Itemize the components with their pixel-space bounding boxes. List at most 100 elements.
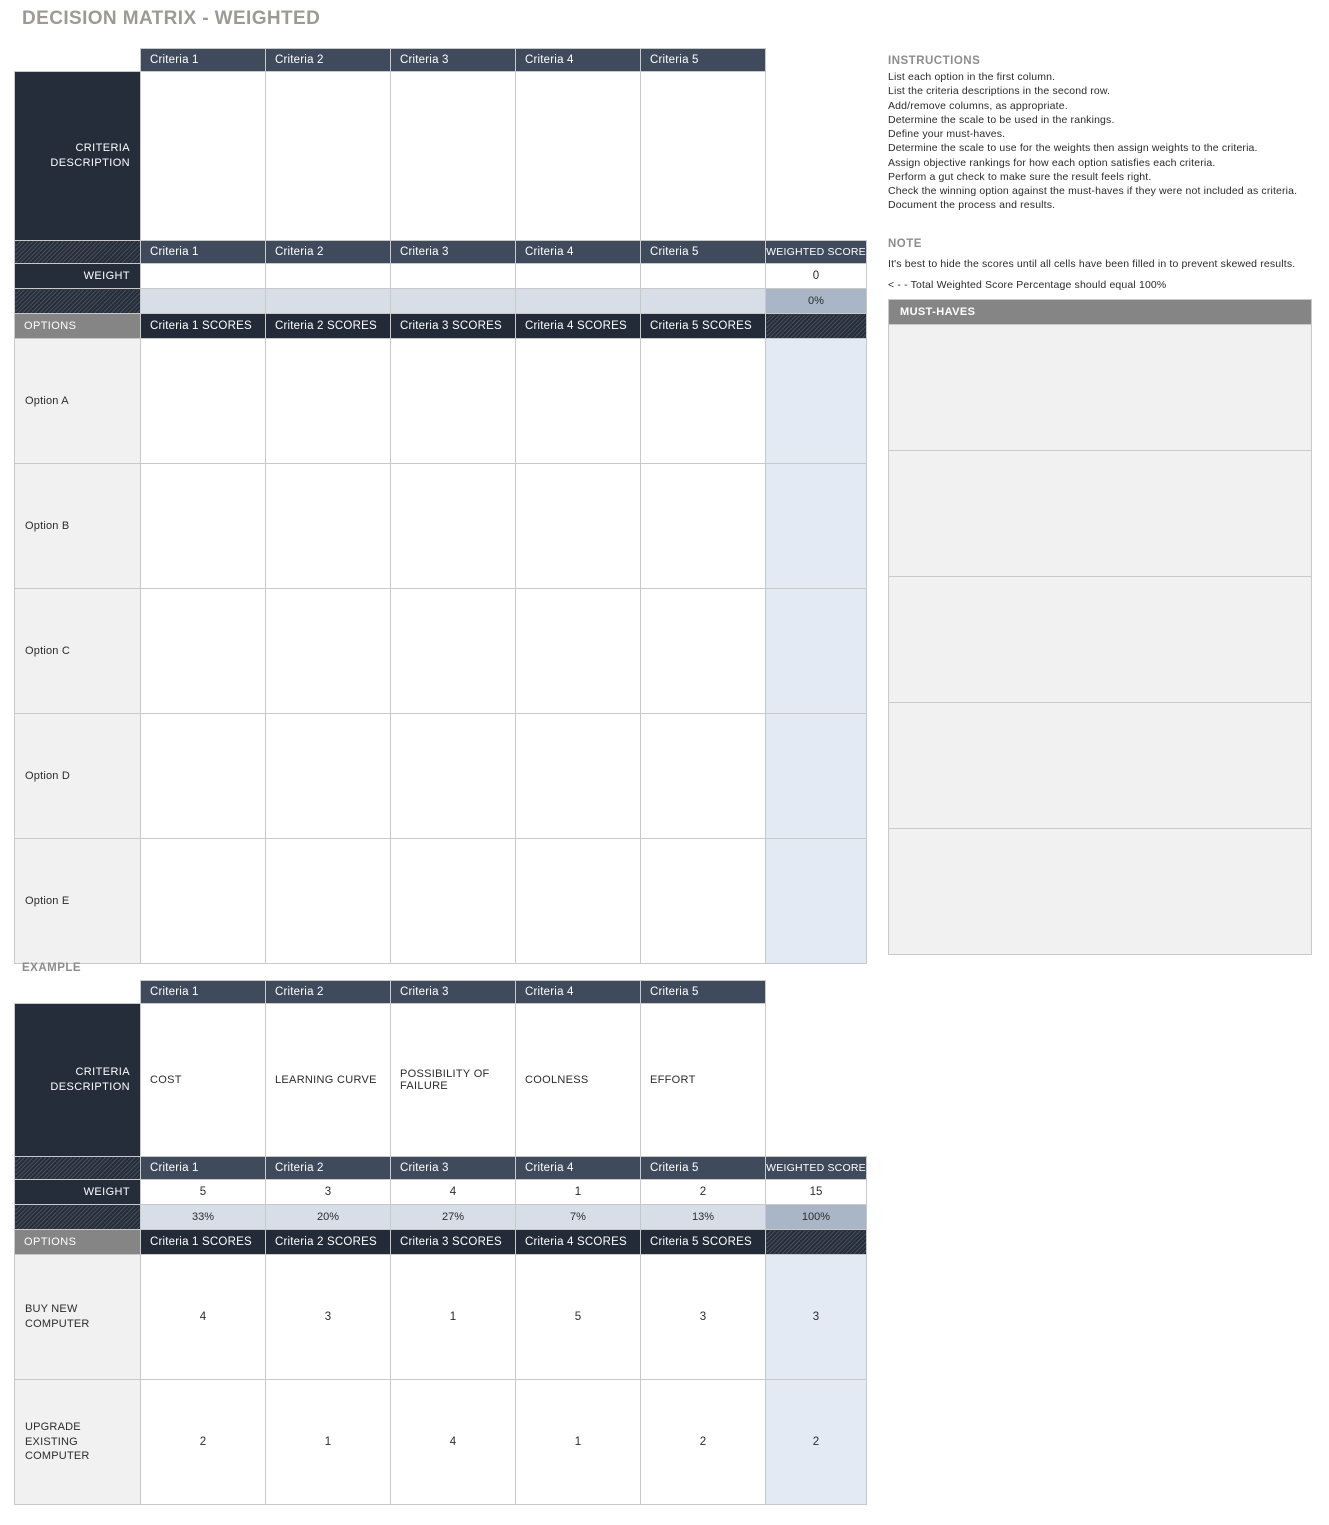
- example-percentage-4: 7%: [515, 1204, 641, 1230]
- example-score-1-5[interactable]: 3: [640, 1254, 766, 1380]
- example-weighted-score-header: WEIGHTED SCORE: [765, 1156, 867, 1180]
- score-input-a4[interactable]: [515, 338, 641, 464]
- example-percentage-2: 20%: [265, 1204, 391, 1230]
- score-input-c3[interactable]: [390, 588, 516, 714]
- example-score-1-2[interactable]: 3: [265, 1254, 391, 1380]
- table-row: BUY NEW COMPUTER 4 3 1 5 3 3: [14, 1254, 867, 1380]
- option-name-d[interactable]: Option D: [14, 713, 141, 839]
- score-input-c5[interactable]: [640, 588, 766, 714]
- score-input-e2[interactable]: [265, 838, 391, 964]
- weight-input-3[interactable]: [390, 263, 516, 289]
- option-name-e[interactable]: Option E: [14, 838, 141, 964]
- example-weight-label: WEIGHT: [14, 1179, 141, 1205]
- score-input-b2[interactable]: [265, 463, 391, 589]
- example-criteria-description-5[interactable]: EFFORT: [640, 1003, 766, 1157]
- example-criteria-description-3[interactable]: POSSIBILITY OF FAILURE: [390, 1003, 516, 1157]
- example-criteria-header-3: Criteria 3: [390, 980, 516, 1004]
- score-input-e1[interactable]: [140, 838, 266, 964]
- must-have-input-1[interactable]: [888, 324, 1312, 451]
- example-weight-5[interactable]: 2: [640, 1179, 766, 1205]
- note-block: NOTE It's best to hide the scores until …: [888, 238, 1312, 293]
- score-input-e4[interactable]: [515, 838, 641, 964]
- score-input-c4[interactable]: [515, 588, 641, 714]
- weight-label: WEIGHT: [14, 263, 141, 289]
- score-input-b3[interactable]: [390, 463, 516, 589]
- must-have-input-5[interactable]: [888, 828, 1312, 955]
- example-score-2-5[interactable]: 2: [640, 1379, 766, 1505]
- instruction-line-10: Document the process and results.: [888, 199, 1056, 212]
- score-input-a3[interactable]: [390, 338, 516, 464]
- score-input-d5[interactable]: [640, 713, 766, 839]
- criteria-description-input-1[interactable]: [140, 71, 266, 241]
- score-input-a1[interactable]: [140, 338, 266, 464]
- example-criteria-description-2[interactable]: LEARNING CURVE: [265, 1003, 391, 1157]
- criteria-description-input-2[interactable]: [265, 71, 391, 241]
- example-weight-1[interactable]: 5: [140, 1179, 266, 1205]
- example-options-header: OPTIONS: [14, 1229, 141, 1255]
- instruction-line-1: List each option in the first column.: [888, 71, 1056, 83]
- must-have-input-3[interactable]: [888, 576, 1312, 703]
- option-name-a[interactable]: Option A: [14, 338, 141, 464]
- weighted-score-a: [765, 338, 867, 464]
- example-score-2-4[interactable]: 1: [515, 1379, 641, 1505]
- example-criteria-header-secondary-5: Criteria 5: [640, 1156, 766, 1180]
- example-criteria-header-secondary-2: Criteria 2: [265, 1156, 391, 1180]
- score-input-a2[interactable]: [265, 338, 391, 464]
- score-input-c2[interactable]: [265, 588, 391, 714]
- option-name-b[interactable]: Option B: [14, 463, 141, 589]
- list-item: [888, 828, 1312, 955]
- hatched-cell: [14, 240, 141, 264]
- example-score-2-2[interactable]: 1: [265, 1379, 391, 1505]
- example-weight-2[interactable]: 3: [265, 1179, 391, 1205]
- criteria-description-input-4[interactable]: [515, 71, 641, 241]
- example-score-1-3[interactable]: 1: [390, 1254, 516, 1380]
- score-input-e3[interactable]: [390, 838, 516, 964]
- weight-input-1[interactable]: [140, 263, 266, 289]
- score-input-d2[interactable]: [265, 713, 391, 839]
- criteria-description-input-3[interactable]: [390, 71, 516, 241]
- score-input-d3[interactable]: [390, 713, 516, 839]
- spacer-cell: [765, 71, 867, 241]
- example-criteria-header-2: Criteria 2: [265, 980, 391, 1004]
- must-have-input-4[interactable]: [888, 702, 1312, 829]
- weight-input-2[interactable]: [265, 263, 391, 289]
- score-input-a5[interactable]: [640, 338, 766, 464]
- example-weighted-score-2: 2: [765, 1379, 867, 1505]
- list-item: [888, 702, 1312, 829]
- example-score-1-1[interactable]: 4: [140, 1254, 266, 1380]
- example-criteria-description-4[interactable]: COOLNESS: [515, 1003, 641, 1157]
- example-criteria-header-4: Criteria 4: [515, 980, 641, 1004]
- example-criteria-scores-header-4: Criteria 4 SCORES: [515, 1229, 641, 1255]
- criteria-header-row-secondary: Criteria 1 Criteria 2 Criteria 3 Criteri…: [14, 1156, 867, 1180]
- score-input-b5[interactable]: [640, 463, 766, 589]
- option-name-c[interactable]: Option C: [14, 588, 141, 714]
- criteria-description-row: CRITERIA DESCRIPTION COST LEARNING CURVE…: [14, 1003, 867, 1157]
- example-score-1-4[interactable]: 5: [515, 1254, 641, 1380]
- score-input-b4[interactable]: [515, 463, 641, 589]
- weighted-score-d: [765, 713, 867, 839]
- example-weight-4[interactable]: 1: [515, 1179, 641, 1205]
- example-score-2-3[interactable]: 4: [390, 1379, 516, 1505]
- example-option-name-2[interactable]: UPGRADE EXISTING COMPUTER: [14, 1379, 141, 1505]
- criteria-description-input-5[interactable]: [640, 71, 766, 241]
- example-criteria-description-1[interactable]: COST: [140, 1003, 266, 1157]
- example-option-name-1[interactable]: BUY NEW COMPUTER: [14, 1254, 141, 1380]
- criteria-header-row: Criteria 1 Criteria 2 Criteria 3 Criteri…: [14, 48, 867, 72]
- example-criteria-scores-header-2: Criteria 2 SCORES: [265, 1229, 391, 1255]
- options-header-row: OPTIONS Criteria 1 SCORES Criteria 2 SCO…: [14, 1229, 867, 1255]
- score-input-b1[interactable]: [140, 463, 266, 589]
- example-percentage-total: 100%: [765, 1204, 867, 1230]
- score-input-d1[interactable]: [140, 713, 266, 839]
- weight-input-5[interactable]: [640, 263, 766, 289]
- page-title: DECISION MATRIX - WEIGHTED: [22, 8, 321, 29]
- example-criteria-header-secondary-4: Criteria 4: [515, 1156, 641, 1180]
- example-score-2-1[interactable]: 2: [140, 1379, 266, 1505]
- table-row: Option C: [14, 588, 867, 714]
- weighted-score-header: WEIGHTED SCORE: [765, 240, 867, 264]
- score-input-c1[interactable]: [140, 588, 266, 714]
- example-weight-3[interactable]: 4: [390, 1179, 516, 1205]
- must-have-input-2[interactable]: [888, 450, 1312, 577]
- score-input-e5[interactable]: [640, 838, 766, 964]
- score-input-d4[interactable]: [515, 713, 641, 839]
- weight-input-4[interactable]: [515, 263, 641, 289]
